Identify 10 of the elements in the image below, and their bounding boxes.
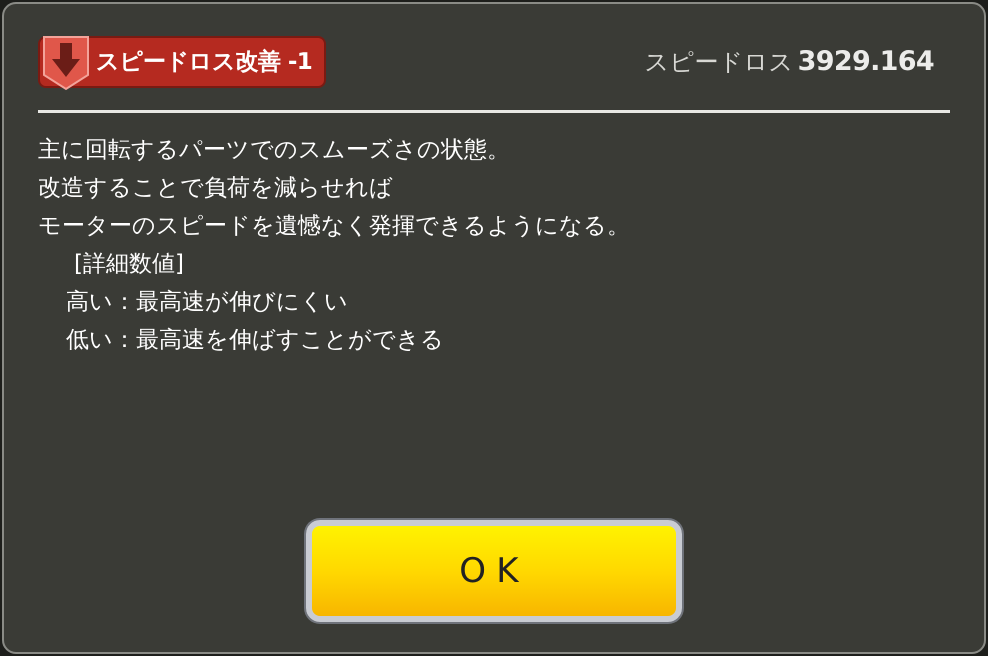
stat-label: スピードロス [644, 46, 794, 78]
description-line: 主に回転するパーツでのスムーズさの状態。 [38, 136, 511, 165]
description-line: 改造することで負荷を減らせれば [38, 174, 394, 203]
detail-line: 低い：最高速を伸ばすことができる [65, 326, 445, 355]
detail-line: 高い：最高速が伸びにくい [65, 288, 349, 317]
details-heading: [詳細数値] [73, 250, 185, 279]
stat-value: 3929.164 [798, 44, 934, 79]
badge-label: スピードロス改善 -1 [96, 48, 312, 77]
ok-button[interactable]: OK [306, 520, 682, 622]
description-line: モーターのスピードを遺憾なく発揮できるようになる。 [38, 212, 631, 241]
